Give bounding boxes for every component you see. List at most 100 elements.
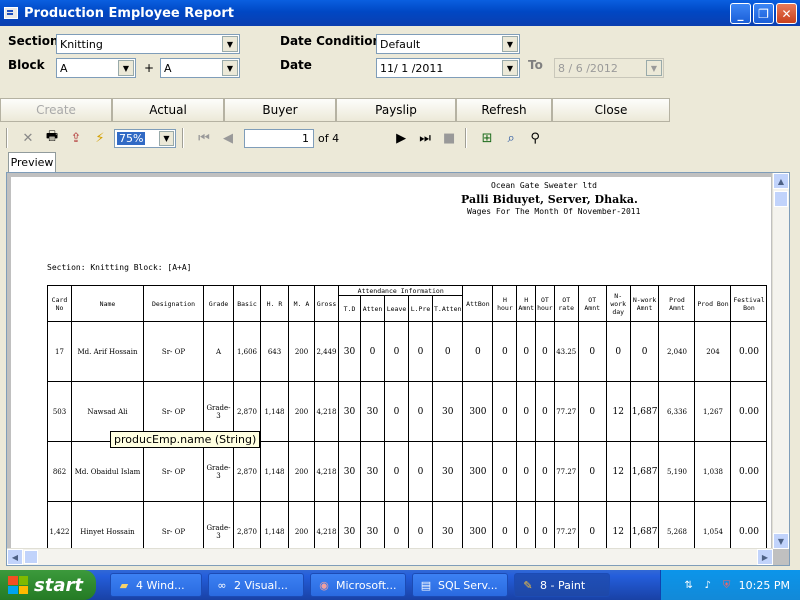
page-number-input[interactable]: 1 (244, 128, 314, 148)
export-icon[interactable]: ⇪ (66, 128, 86, 148)
system-tray: ⇅ ♪ ⛨ 10:25 PM (660, 570, 800, 600)
cell-lpre: 0 (408, 381, 433, 442)
chevron-down-icon[interactable]: ▼ (502, 36, 518, 52)
col-designation: Designation (143, 285, 204, 322)
chevron-down-icon: ▼ (646, 60, 662, 76)
close-window-button[interactable]: ✕ (776, 3, 797, 24)
app-icon (4, 7, 18, 19)
network-icon[interactable]: ⇅ (682, 578, 696, 592)
refresh-button[interactable]: Refresh (456, 98, 552, 122)
buyer-button[interactable]: Buyer (224, 98, 336, 122)
section-select[interactable]: Knitting ▼ (56, 34, 240, 54)
date-from-picker[interactable]: 11/ 1 /2011 ▼ (376, 58, 520, 78)
cell-attbon: 300 (462, 501, 494, 549)
col-othour: OT hour (535, 285, 555, 322)
maximize-button[interactable]: ❐ (753, 3, 774, 24)
report-viewer: Ocean Gate Sweater ltd Palli Biduyet, Se… (6, 172, 790, 566)
task-paint[interactable]: ✎ 8 - Paint (514, 573, 610, 597)
col-nworkamnt: N-work Amnt (629, 285, 660, 322)
start-button[interactable]: start (0, 570, 96, 600)
vertical-scroll-thumb[interactable] (774, 191, 788, 207)
task-label: 4 Wind... (136, 578, 185, 592)
company-address: Palli Biduyet, Server, Dhaka. (461, 193, 638, 206)
col-leave: Leave (384, 295, 409, 322)
task-windows[interactable]: ▰ 4 Wind... (110, 573, 202, 597)
date-condition-select[interactable]: Default ▼ (376, 34, 520, 54)
windows-logo-icon (8, 576, 28, 594)
visual-studio-icon: ∞ (217, 578, 227, 592)
lightning-icon[interactable]: ⚡ (90, 128, 110, 148)
block-from-select[interactable]: A ▼ (56, 58, 136, 78)
cell-basic: 2,870 (233, 501, 261, 549)
date-to-picker: 8 / 6 /2012 ▼ (554, 58, 664, 78)
task-sql-server[interactable]: ▤ SQL Serv... (412, 573, 508, 597)
vertical-scrollbar[interactable]: ▲ ▼ (772, 173, 789, 549)
binoculars-icon[interactable]: ⚲ (525, 128, 545, 148)
col-tatten: T.Atten (431, 295, 464, 322)
horizontal-scrollbar[interactable]: ◀ ▶ (7, 548, 773, 565)
task-visual-studio[interactable]: ∞ 2 Visual... (208, 573, 304, 597)
previous-page-icon: ◀ (223, 130, 233, 146)
scroll-up-icon[interactable]: ▲ (773, 173, 789, 189)
shield-icon[interactable]: ⛨ (720, 578, 734, 592)
cell-attbon: 300 (462, 381, 494, 442)
last-page-icon[interactable]: ⏭ (415, 128, 435, 148)
chevron-down-icon[interactable]: ▼ (118, 60, 134, 76)
payslip-button[interactable]: Payslip (336, 98, 456, 122)
chevron-down-icon[interactable]: ▼ (222, 36, 238, 52)
scroll-right-icon[interactable]: ▶ (757, 549, 773, 565)
cell-nworkday: 12 (605, 441, 631, 502)
table-row: 1,422 Hinyet Hossain Sr- OP Grade-3 2,870 1,1… (47, 501, 768, 549)
window-controls: _ ❐ ✕ (730, 3, 797, 24)
chevron-down-icon[interactable]: ▼ (159, 130, 174, 146)
print-icon[interactable]: 🖶 (42, 128, 62, 148)
next-page-icon[interactable]: ▶ (391, 128, 411, 148)
close-report-icon[interactable]: ✕ (18, 128, 38, 148)
field-tooltip: producEmp.name (String) (110, 431, 261, 448)
col-prodamnt: Prod Amnt (658, 285, 696, 322)
minimize-button[interactable]: _ (730, 3, 751, 24)
volume-icon[interactable]: ♪ (701, 578, 715, 592)
cell-ma: 200 (288, 381, 315, 442)
block-to-select[interactable]: A ▼ (160, 58, 240, 78)
col-grade: Grade (203, 285, 234, 322)
cell-td: 30 (338, 501, 361, 549)
cell-otrate: 43.25 (553, 321, 579, 382)
cell-otamnt: 0 (577, 321, 607, 382)
cell-otrate: 77.27 (553, 441, 579, 502)
tab-preview[interactable]: Preview (8, 152, 56, 172)
cell-nworkamnt: 1,687 (629, 441, 660, 502)
cell-gross: 2,449 (314, 321, 339, 382)
folder-icon: ▰ (119, 578, 129, 592)
date-condition-value: Default (380, 37, 421, 51)
scroll-down-icon[interactable]: ▼ (773, 533, 789, 549)
cell-name: Md. Obaidul Islam (71, 441, 144, 502)
group-tree-icon[interactable]: ⊞ (477, 128, 497, 148)
cell-prodbon: 1,054 (694, 501, 732, 549)
cell-nworkday: 12 (605, 381, 631, 442)
chevron-down-icon[interactable]: ▼ (222, 60, 238, 76)
cell-otrate: 77.27 (553, 501, 579, 549)
cell-hr: 1,148 (260, 381, 289, 442)
cell-lpre: 0 (408, 441, 433, 502)
chevron-down-icon[interactable]: ▼ (502, 60, 518, 76)
cell-prodamnt: 5,268 (658, 501, 696, 549)
attendance-group-header: Attendance Information (337, 285, 464, 296)
toolbar-separator (465, 128, 468, 148)
cell-leave: 0 (384, 321, 409, 382)
cell-nworkamnt: 1,687 (629, 501, 660, 549)
task-microsoft[interactable]: ◉ Microsoft... (310, 573, 406, 597)
cell-hamnt: 0 (516, 501, 537, 549)
task-label: 8 - Paint (540, 578, 586, 592)
zoom-select[interactable]: 75% ▼ (114, 128, 176, 148)
task-label: 2 Visual... (234, 578, 288, 592)
search-icon[interactable]: ⌕ (501, 128, 521, 148)
actual-button[interactable]: Actual (112, 98, 224, 122)
stop-icon: ■ (442, 130, 456, 146)
cell-hamnt: 0 (516, 321, 537, 382)
horizontal-scroll-thumb[interactable] (24, 550, 38, 564)
scroll-left-icon[interactable]: ◀ (7, 549, 23, 565)
close-button[interactable]: Close (552, 98, 670, 122)
date-from-value: 11/ 1 /2011 (380, 61, 444, 75)
col-prodbon: Prod Bon (694, 285, 732, 322)
